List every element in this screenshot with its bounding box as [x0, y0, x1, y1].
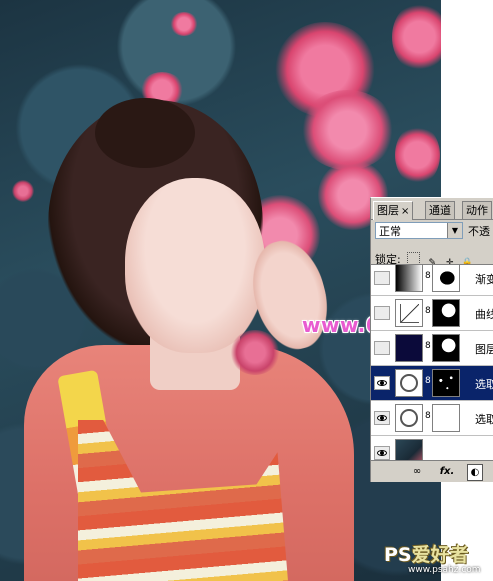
mask-thumbnail	[432, 369, 460, 397]
chevron-down-icon[interactable]: ▼	[447, 223, 462, 238]
layer-thumbnail	[395, 439, 423, 461]
mask-thumbnail	[432, 404, 460, 432]
layer-thumbnail	[395, 404, 423, 432]
hair-bun	[95, 98, 195, 168]
eye-icon[interactable]	[374, 376, 390, 390]
visibility-icon[interactable]	[374, 306, 390, 320]
blend-mode-select[interactable]: 正常 ▼	[375, 222, 463, 239]
visibility-icon[interactable]	[374, 341, 390, 355]
chain-link-icon[interactable]: 8	[425, 376, 431, 386]
layer-row[interactable]: 8 渐变	[371, 265, 493, 296]
layer-row[interactable]: 8 选取	[371, 401, 493, 436]
mask-thumbnail	[432, 334, 460, 362]
chain-link-icon[interactable]: 8	[425, 271, 431, 281]
logo-ps: PS	[384, 544, 412, 566]
visibility-icon[interactable]	[374, 271, 390, 285]
layer-name: 选取	[475, 413, 493, 426]
site-logo: PS爱好者 www.psahz.com	[384, 540, 492, 580]
face	[125, 178, 265, 353]
flower-cluster	[170, 12, 198, 36]
layer-row-selected[interactable]: 8 选取	[371, 366, 493, 401]
chain-link-icon[interactable]: 8	[425, 411, 431, 421]
layer-thumbnail	[395, 334, 423, 362]
eye-icon[interactable]	[374, 446, 390, 460]
tab-channels[interactable]: 通道	[425, 201, 455, 219]
panel-footer: ∞ fx. ◐	[371, 460, 493, 482]
layer-thumbnail	[395, 299, 423, 327]
layer-row[interactable]: 8 图层	[371, 331, 493, 366]
logo-url: www.psahz.com	[408, 565, 481, 575]
layer-name: 图层	[475, 343, 493, 356]
tab-layers[interactable]: 图层 ×	[373, 201, 414, 220]
flower-cluster	[392, 2, 441, 72]
panel-tabs: 图层 × 通道 动作	[371, 201, 493, 220]
layer-thumbnail	[395, 265, 423, 292]
layer-row[interactable]: 8 曲线	[371, 296, 493, 331]
layer-name: 曲线	[475, 308, 493, 321]
mask-thumbnail	[432, 299, 460, 327]
layer-name: 选取	[475, 378, 493, 391]
mask-icon[interactable]: ◐	[467, 464, 483, 481]
layer-row[interactable]	[371, 436, 493, 461]
flower-cluster	[12, 180, 34, 202]
tab-layers-label: 图层	[377, 204, 399, 217]
layer-name: 渐变	[475, 273, 493, 286]
opacity-label: 不透	[468, 225, 490, 238]
layers-panel: 图层× 通道 动作 正常 ▼ 不透 锁定: ✎ ✛ 🔒 8 渐变	[370, 197, 493, 482]
chain-link-icon[interactable]: 8	[425, 341, 431, 351]
fx-button[interactable]: fx.	[437, 464, 457, 479]
layer-list: 8 渐变 8 曲线 8 图层 8 选取 8	[371, 264, 493, 461]
logo-chinese: 爱好者	[411, 544, 469, 566]
close-icon[interactable]: ×	[401, 206, 409, 217]
flower-cluster	[300, 90, 395, 170]
blend-mode-value: 正常	[379, 225, 401, 238]
layer-thumbnail	[395, 369, 423, 397]
eye-icon[interactable]	[374, 411, 390, 425]
link-icon[interactable]: ∞	[409, 464, 425, 479]
tab-channels-label: 通道	[429, 204, 451, 217]
chain-link-icon[interactable]: 8	[425, 306, 431, 316]
mask-thumbnail	[432, 265, 460, 292]
tab-actions-label: 动作	[466, 204, 488, 217]
tab-actions[interactable]: 动作	[462, 201, 492, 219]
logo-main-text: PS爱好者	[384, 540, 469, 567]
flower-cluster	[395, 125, 440, 185]
